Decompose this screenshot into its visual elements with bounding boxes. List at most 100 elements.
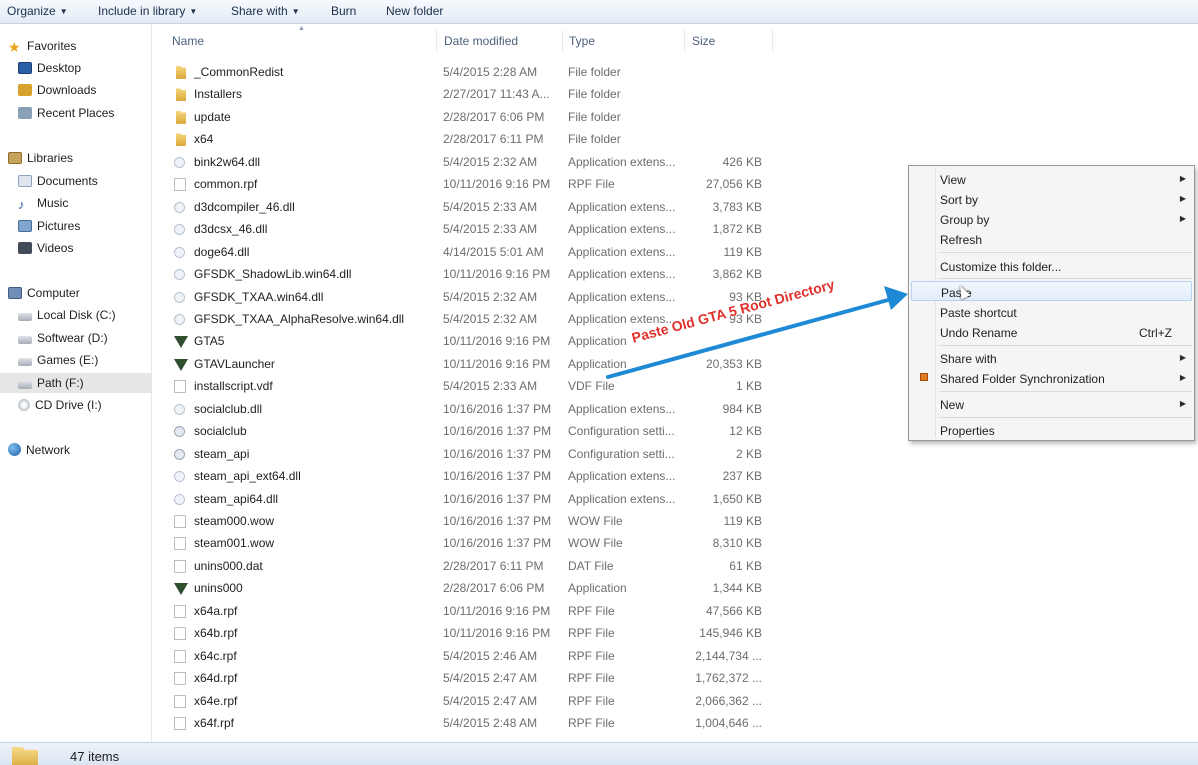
file-row[interactable]: x64b.rpf 10/11/2016 9:16 PM RPF File 145,94… [152,622,772,644]
nav-path-f[interactable]: Path (F:) [0,373,151,393]
nav-libraries[interactable]: Libraries [8,148,73,168]
folder-icon [176,133,186,147]
column-divider[interactable] [562,30,563,52]
file-name: x64d.rpf [194,671,238,686]
file-row[interactable]: x64 2/28/2017 6:11 PM File folder [152,128,772,150]
file-row[interactable]: d3dcompiler_46.dll 5/4/2015 2:33 AM Applic… [152,196,772,218]
file-row[interactable]: installscript.vdf 5/4/2015 2:33 AM VDF Fil… [152,375,772,397]
file-row[interactable]: GFSDK_TXAA.win64.dll 5/4/2015 2:32 AM Appl… [152,286,772,308]
file-size: 119 KB [723,514,762,528]
menu-item-view[interactable]: View ▶ [911,169,1192,189]
file-row[interactable]: steam_api64.dll 10/16/2016 1:37 PM Applica… [152,488,772,510]
file-row[interactable]: steam000.wow 10/16/2016 1:37 PM WOW File 11… [152,510,772,532]
file-row[interactable]: steam001.wow 10/16/2016 1:37 PM WOW File 8,… [152,532,772,554]
menu-item-paste-shortcut[interactable]: Paste shortcut [911,302,1192,322]
column-divider[interactable] [772,30,773,52]
column-divider[interactable] [436,30,437,52]
column-header-date-modified[interactable]: Date modified [444,34,518,48]
file-size: 984 KB [722,401,762,416]
dll-file-icon [174,291,185,303]
nav-computer[interactable]: Computer [8,283,80,303]
file-name: x64b.rpf [194,626,238,641]
file-name: steam_api_ext64.dll [194,469,301,484]
dll-file-icon [174,313,185,325]
nav-games-e[interactable]: Games (E:) [18,350,98,370]
file-date-modified: 10/16/2016 1:37 PM [443,401,552,416]
file-icon [174,627,186,641]
menu-item-sort-by[interactable]: Sort by ▶ [911,189,1192,209]
file-row[interactable]: _CommonRedist 5/4/2015 2:28 AM File folder [152,61,772,83]
nav-documents[interactable]: Documents [18,171,98,191]
nav-network[interactable]: Network [8,440,70,460]
menu-item-undo-rename[interactable]: Undo Rename Ctrl+Z [911,322,1192,342]
file-date-modified: 10/11/2016 9:16 PM [443,334,551,349]
nav-music[interactable]: ♪ Music [18,193,68,213]
item-count: 47 items [70,749,120,764]
file-row[interactable]: socialclub 10/16/2016 1:37 PM Configuratio… [152,420,772,442]
file-row[interactable]: steam_api 10/16/2016 1:37 PM Configuration… [152,443,772,465]
file-name: Installers [194,87,243,102]
file-name: x64c.rpf [194,648,237,663]
nav-softwear-d[interactable]: Softwear (D:) [18,328,108,348]
include-in-library-button[interactable]: Include in library ▼ [98,4,197,18]
nav-downloads[interactable]: Downloads [18,80,96,100]
menu-item-shared-folder-sync[interactable]: Shared Folder Synchronization ▶ [911,368,1192,388]
file-row[interactable]: doge64.dll 4/14/2015 5:01 AM Application e… [152,241,772,263]
menu-item-properties[interactable]: Properties [911,420,1192,440]
drive-icon [18,358,32,366]
file-row[interactable]: x64c.rpf 5/4/2015 2:46 AM RPF File 2,144,73… [152,645,772,667]
nav-local-disk-c[interactable]: Local Disk (C:) [18,305,116,325]
menu-item-refresh[interactable]: Refresh [911,229,1192,249]
menu-item-share-with[interactable]: Share with ▶ [911,348,1192,368]
file-row[interactable]: socialclub.dll 10/16/2016 1:37 PM Applicat… [152,398,772,420]
file-row[interactable]: x64d.rpf 5/4/2015 2:47 AM RPF File 1,762,37… [152,667,772,689]
nav-cd-drive-i[interactable]: CD Drive (I:) [18,395,102,415]
file-row[interactable]: GTAVLauncher 10/11/2016 9:16 PM Applicatio… [152,353,772,375]
new-folder-button[interactable]: New folder [386,4,443,18]
file-size: 12 KB [729,424,762,439]
file-row[interactable]: GFSDK_ShadowLib.win64.dll 10/11/2016 9:16… [152,263,772,285]
file-row[interactable]: steam_api_ext64.dll 10/16/2016 1:37 PM App… [152,465,772,487]
column-header-name[interactable]: Name [172,34,204,48]
desktop-icon [18,62,32,74]
nav-label: Softwear (D:) [37,331,108,345]
dll-file-icon [174,403,185,415]
organize-button[interactable]: Organize ▼ [7,4,68,18]
file-row[interactable]: update 2/28/2017 6:06 PM File folder [152,106,772,128]
file-row[interactable]: d3dcsx_46.dll 5/4/2015 2:33 AM Application… [152,218,772,240]
nav-pictures[interactable]: Pictures [18,216,80,236]
column-divider[interactable] [684,30,685,52]
file-type: Application extens... [568,199,676,214]
file-date-modified: 5/4/2015 2:32 AM [443,311,538,326]
menu-item-group-by[interactable]: Group by ▶ [911,209,1192,229]
file-row[interactable]: unins000 2/28/2017 6:06 PM Application 1,34… [152,577,772,599]
menu-separator [939,278,1192,279]
nav-recent-places[interactable]: Recent Places [18,103,114,123]
file-row[interactable]: Installers 2/27/2017 11:43 A... File folde… [152,83,772,105]
file-size: 1 KB [735,379,762,394]
config-file-icon [174,426,185,438]
file-row[interactable]: x64a.rpf 10/11/2016 9:16 PM RPF File 47,566… [152,600,772,622]
menu-item-new[interactable]: New ▶ [911,394,1192,414]
nav-videos[interactable]: Videos [18,238,73,258]
file-row[interactable]: common.rpf 10/11/2016 9:16 PM RPF File 27,0… [152,173,772,195]
nav-label: Documents [37,174,98,188]
menu-item-paste[interactable]: Paste [911,281,1192,301]
dll-file-icon [174,471,185,483]
share-with-button[interactable]: Share with ▼ [231,4,300,18]
file-row[interactable]: x64f.rpf 5/4/2015 2:48 AM RPF File 1,004,64… [152,712,772,734]
file-row[interactable]: x64e.rpf 5/4/2015 2:47 AM RPF File 2,066,36… [152,690,772,712]
nav-favorites[interactable]: ★ Favorites [8,36,76,56]
file-row[interactable]: bink2w64.dll 5/4/2015 2:32 AM Application … [152,151,772,173]
libraries-icon [8,152,22,164]
menu-item-customize-folder[interactable]: Customize this folder... [911,256,1192,276]
burn-button[interactable]: Burn [331,4,356,18]
column-header-type[interactable]: Type [569,34,595,48]
nav-desktop[interactable]: Desktop [18,58,81,78]
share-with-label: Share with [231,4,288,18]
gta-app-icon [174,583,188,596]
column-header-size[interactable]: Size [692,34,715,48]
dll-file-icon [174,493,185,505]
videos-icon [18,242,32,254]
file-row[interactable]: unins000.dat 2/28/2017 6:11 PM DAT File 61 … [152,555,772,577]
